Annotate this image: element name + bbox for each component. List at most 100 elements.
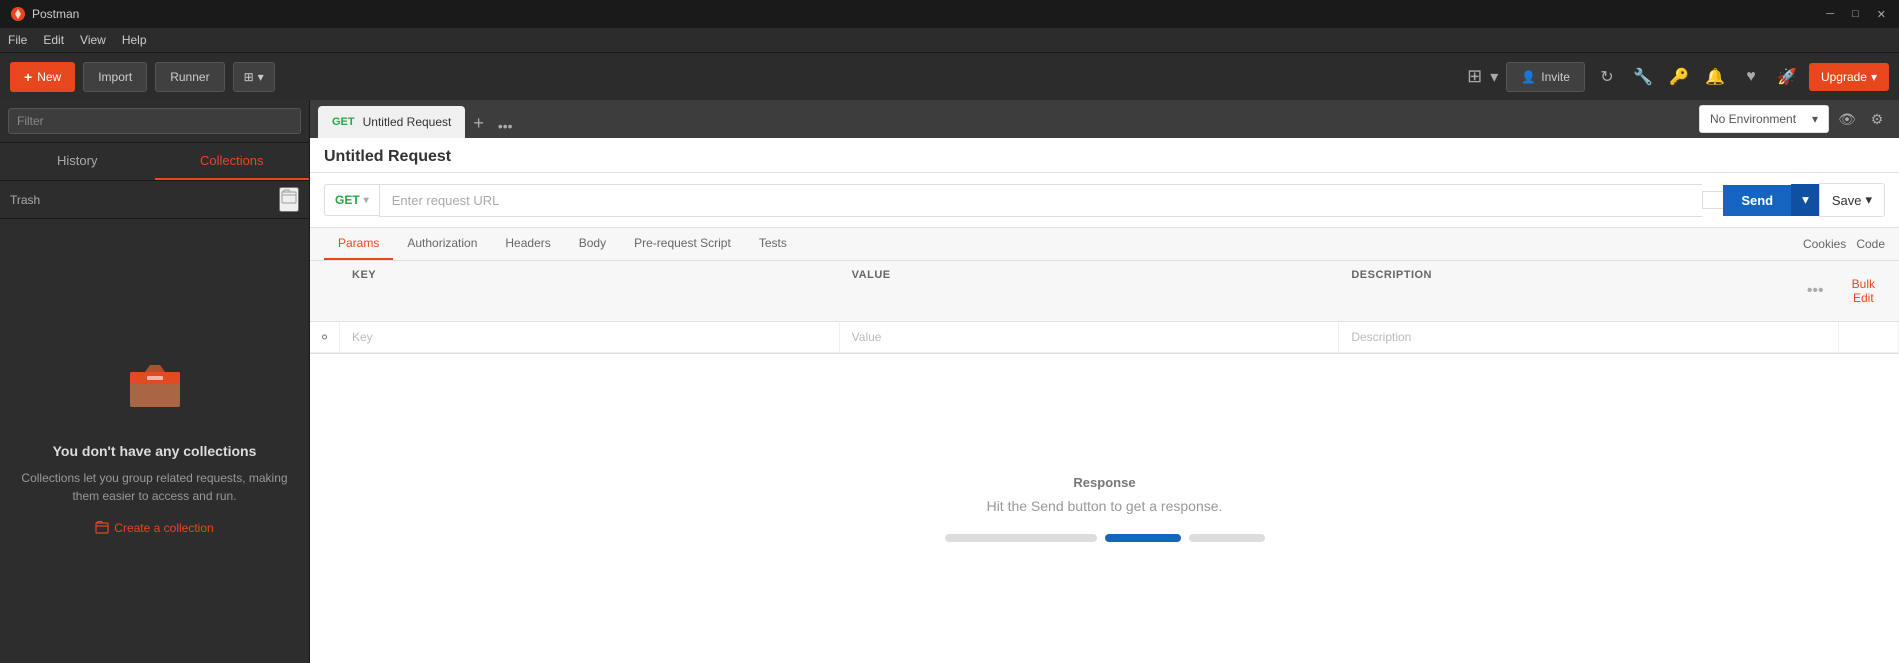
subtab-pre-request-script[interactable]: Pre-request Script xyxy=(620,228,745,260)
sidebar-search-input[interactable] xyxy=(8,108,301,134)
key-input[interactable] xyxy=(352,330,827,344)
invite-icon: 👤 xyxy=(1521,70,1536,84)
row-value-cell[interactable] xyxy=(840,322,1340,352)
sidebar: History Collections Trash You don't have xyxy=(0,100,310,663)
environment-dropdown[interactable]: No Environment ▾ xyxy=(1699,105,1829,133)
col-description: DESCRIPTION xyxy=(1339,261,1839,321)
app-title: Postman xyxy=(32,7,79,21)
create-collection-label: Create a collection xyxy=(114,521,213,535)
params-more-button[interactable]: ••• xyxy=(1795,274,1836,308)
request-title: Untitled Request xyxy=(324,148,451,166)
env-dropdown-arrow: ▾ xyxy=(1812,112,1818,126)
grid-dropdown-button[interactable]: ▾ xyxy=(1490,67,1498,87)
menu-help[interactable]: Help xyxy=(122,33,147,47)
eye-icon: 👁 xyxy=(1838,111,1856,128)
response-section-label: Response xyxy=(1073,475,1135,490)
col-value: VALUE xyxy=(840,261,1340,321)
wrench-button[interactable]: 🔑 xyxy=(1665,63,1693,91)
col-checkbox xyxy=(310,261,340,321)
subtab-tests[interactable]: Tests xyxy=(745,228,801,260)
value-input[interactable] xyxy=(852,330,1327,344)
runner-button[interactable]: Runner xyxy=(155,62,224,92)
heart-button[interactable]: ♥ xyxy=(1737,63,1765,91)
env-settings-button[interactable]: ⚙ xyxy=(1865,107,1889,131)
new-folder-icon xyxy=(281,189,297,205)
create-collection-button[interactable]: Create a collection xyxy=(95,521,213,535)
response-bar-segment-2 xyxy=(1105,534,1181,542)
method-select[interactable]: GET ▾ xyxy=(324,184,379,216)
row-description-cell[interactable] xyxy=(1339,322,1839,352)
menu-file[interactable]: File xyxy=(8,33,27,47)
interceptor-icon: 🔧 xyxy=(1633,67,1653,87)
tabs-more-button[interactable]: ••• xyxy=(492,118,519,134)
minimize-button[interactable]: ─ xyxy=(1823,8,1837,20)
maximize-button[interactable]: □ xyxy=(1849,8,1862,20)
method-dropdown-arrow: ▾ xyxy=(364,195,369,206)
menu-edit[interactable]: Edit xyxy=(43,33,64,47)
rocket-button[interactable]: 🚀 xyxy=(1773,63,1801,91)
description-input[interactable] xyxy=(1351,330,1826,344)
col-actions: ••• Bulk Edit xyxy=(1839,261,1899,321)
sidebar-trash-link[interactable]: Trash xyxy=(10,193,40,207)
send-button[interactable]: Send xyxy=(1723,185,1791,216)
url-params-badge xyxy=(1702,191,1723,209)
params-empty-row xyxy=(310,322,1899,353)
response-bar-segment-3 xyxy=(1189,534,1265,542)
gear-icon: ⚙ xyxy=(1871,111,1884,128)
collections-empty-icon xyxy=(115,347,195,427)
subtab-authorization[interactable]: Authorization xyxy=(393,228,491,260)
subtab-params[interactable]: Params xyxy=(324,228,393,260)
row-key-cell[interactable] xyxy=(340,322,840,352)
rocket-icon: 🚀 xyxy=(1777,67,1797,87)
params-table-header: KEY VALUE DESCRIPTION ••• Bulk Edit xyxy=(310,261,1899,322)
params-table: KEY VALUE DESCRIPTION ••• Bulk Edit xyxy=(310,261,1899,354)
sidebar-tab-history[interactable]: History xyxy=(0,143,155,180)
notifications-button[interactable]: 🔔 xyxy=(1701,63,1729,91)
close-button[interactable]: ✕ xyxy=(1874,8,1889,21)
sync-button[interactable]: ↻ xyxy=(1593,63,1621,91)
bell-icon: 🔔 xyxy=(1705,67,1725,87)
new-button[interactable]: + New xyxy=(10,62,75,92)
no-environment-label: No Environment xyxy=(1710,112,1796,126)
invite-label: Invite xyxy=(1541,70,1570,84)
code-link[interactable]: Code xyxy=(1856,237,1885,251)
subtab-body[interactable]: Body xyxy=(565,228,620,260)
save-button[interactable]: Save ▾ xyxy=(1819,183,1885,217)
env-eye-button[interactable]: 👁 xyxy=(1835,107,1859,131)
toolbar: + New Import Runner ⊞ ▾ ⊞ ▾ 👤 Invite ↻ 🔧… xyxy=(0,52,1899,100)
sidebar-new-folder-button[interactable] xyxy=(279,187,299,212)
new-plus-icon: + xyxy=(24,69,32,85)
method-label: GET xyxy=(335,193,360,207)
response-loading-bar xyxy=(945,534,1265,542)
sidebar-tab-collections[interactable]: Collections xyxy=(155,143,310,180)
sidebar-search-area xyxy=(0,100,309,143)
interceptor-button[interactable]: 🔧 xyxy=(1629,63,1657,91)
request-subtabs: Params Authorization Headers Body Pre-re… xyxy=(310,228,1899,261)
row-checkbox[interactable] xyxy=(322,331,327,343)
content-area: GET Untitled Request + ••• No Environmen… xyxy=(310,100,1899,663)
new-label: New xyxy=(37,70,61,84)
tabs-right: No Environment ▾ 👁 ⚙ xyxy=(1689,105,1899,133)
response-placeholder-text: Hit the Send button to get a response. xyxy=(987,498,1223,514)
url-input[interactable] xyxy=(379,184,1703,217)
bulk-edit-button[interactable]: Bulk Edit xyxy=(1840,269,1887,313)
tabs-left: GET Untitled Request + ••• xyxy=(310,100,1689,138)
grid-view-button[interactable]: ⊞ xyxy=(1467,66,1482,87)
row-actions-cell xyxy=(1839,322,1899,352)
request-panel: Untitled Request GET ▾ Send ▾ Save ▾ xyxy=(310,138,1899,663)
add-tab-button[interactable]: + xyxy=(467,113,490,134)
tabs-env-row: GET Untitled Request + ••• No Environmen… xyxy=(310,100,1899,138)
menu-view[interactable]: View xyxy=(80,33,106,47)
sidebar-tabs: History Collections xyxy=(0,143,309,181)
create-collection-icon xyxy=(95,521,109,535)
send-dropdown-arrow: ▾ xyxy=(1802,192,1809,207)
cookies-link[interactable]: Cookies xyxy=(1803,237,1846,251)
subtab-headers[interactable]: Headers xyxy=(491,228,564,260)
send-dropdown-button[interactable]: ▾ xyxy=(1791,184,1819,216)
invite-button[interactable]: 👤 Invite xyxy=(1506,62,1585,92)
response-bar-segment-1 xyxy=(945,534,1097,542)
upgrade-button[interactable]: Upgrade ▾ xyxy=(1809,63,1889,91)
request-tab-active[interactable]: GET Untitled Request xyxy=(318,106,465,138)
custom-layout-button[interactable]: ⊞ ▾ xyxy=(233,62,275,92)
import-button[interactable]: Import xyxy=(83,62,147,92)
